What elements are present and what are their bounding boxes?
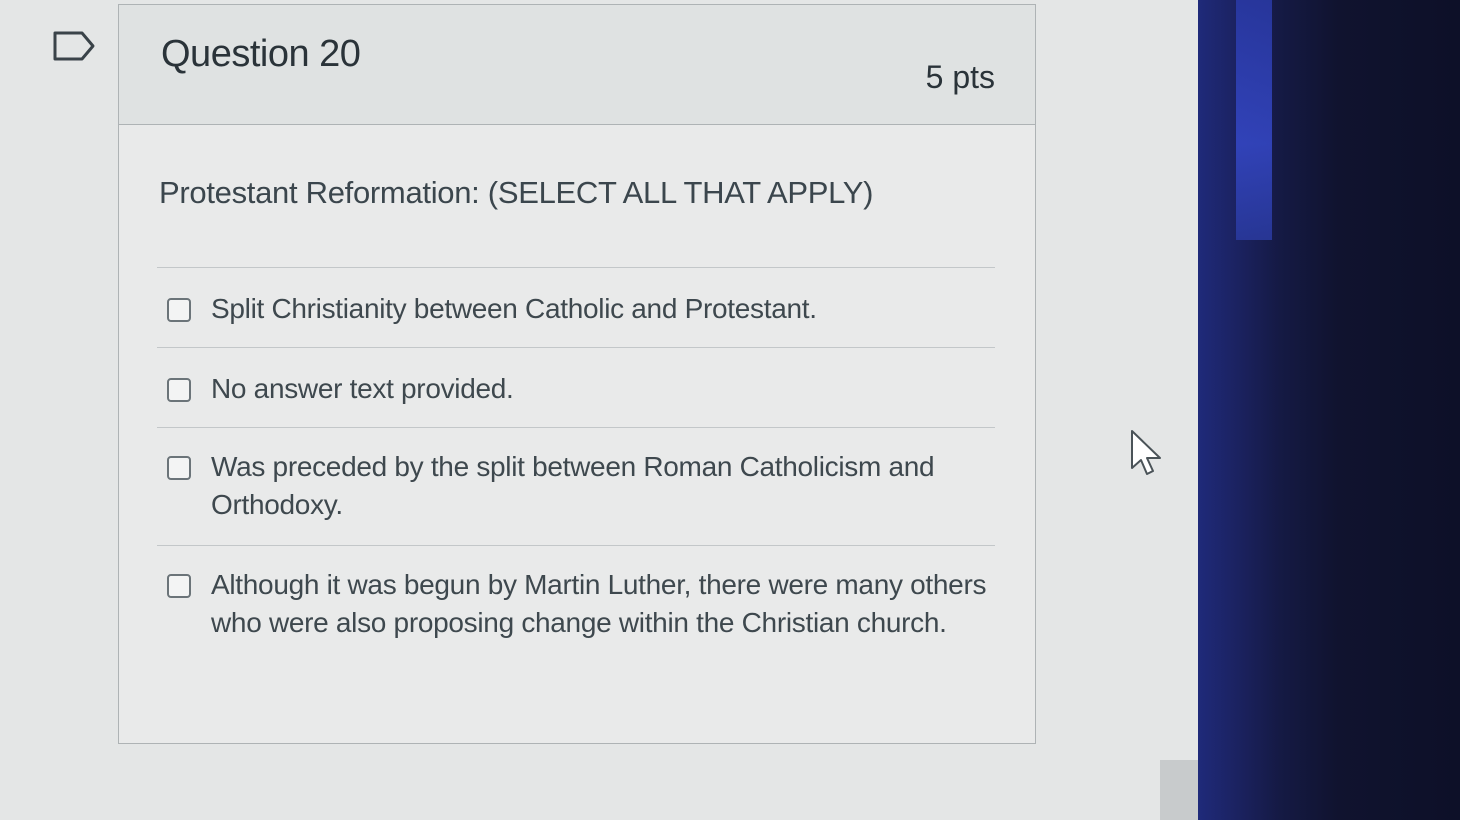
answer-label[interactable]: No answer text provided.	[211, 370, 514, 408]
question-card: Question 20 5 pts Protestant Reformation…	[118, 4, 1036, 744]
question-prompt: Protestant Reformation: (SELECT ALL THAT…	[159, 175, 874, 210]
answer-checkbox[interactable]	[167, 298, 191, 322]
question-points: 5 pts	[925, 59, 995, 95]
screen: Question 20 5 pts Protestant Reformation…	[0, 0, 1460, 820]
answer-option[interactable]: No answer text provided.	[157, 347, 995, 427]
answer-label[interactable]: Split Christianity between Catholic and …	[211, 290, 817, 328]
answer-option[interactable]: Although it was begun by Martin Luther, …	[157, 545, 995, 695]
answer-option[interactable]: Split Christianity between Catholic and …	[157, 267, 995, 347]
question-header: Question 20 5 pts	[119, 5, 1035, 125]
answer-label[interactable]: Although it was begun by Martin Luther, …	[211, 566, 995, 642]
monitor-edge-glare	[1236, 0, 1272, 240]
flag-question-icon[interactable]	[52, 30, 96, 62]
screen-edge-highlight	[1160, 760, 1200, 820]
question-title: Question 20	[161, 33, 361, 75]
answer-list: Split Christianity between Catholic and …	[157, 267, 995, 695]
answer-checkbox[interactable]	[167, 456, 191, 480]
answer-checkbox[interactable]	[167, 574, 191, 598]
answer-checkbox[interactable]	[167, 378, 191, 402]
mouse-pointer-icon	[1131, 430, 1161, 475]
answer-label[interactable]: Was preceded by the split between Roman …	[211, 448, 995, 524]
answer-option[interactable]: Was preceded by the split between Roman …	[157, 427, 995, 545]
